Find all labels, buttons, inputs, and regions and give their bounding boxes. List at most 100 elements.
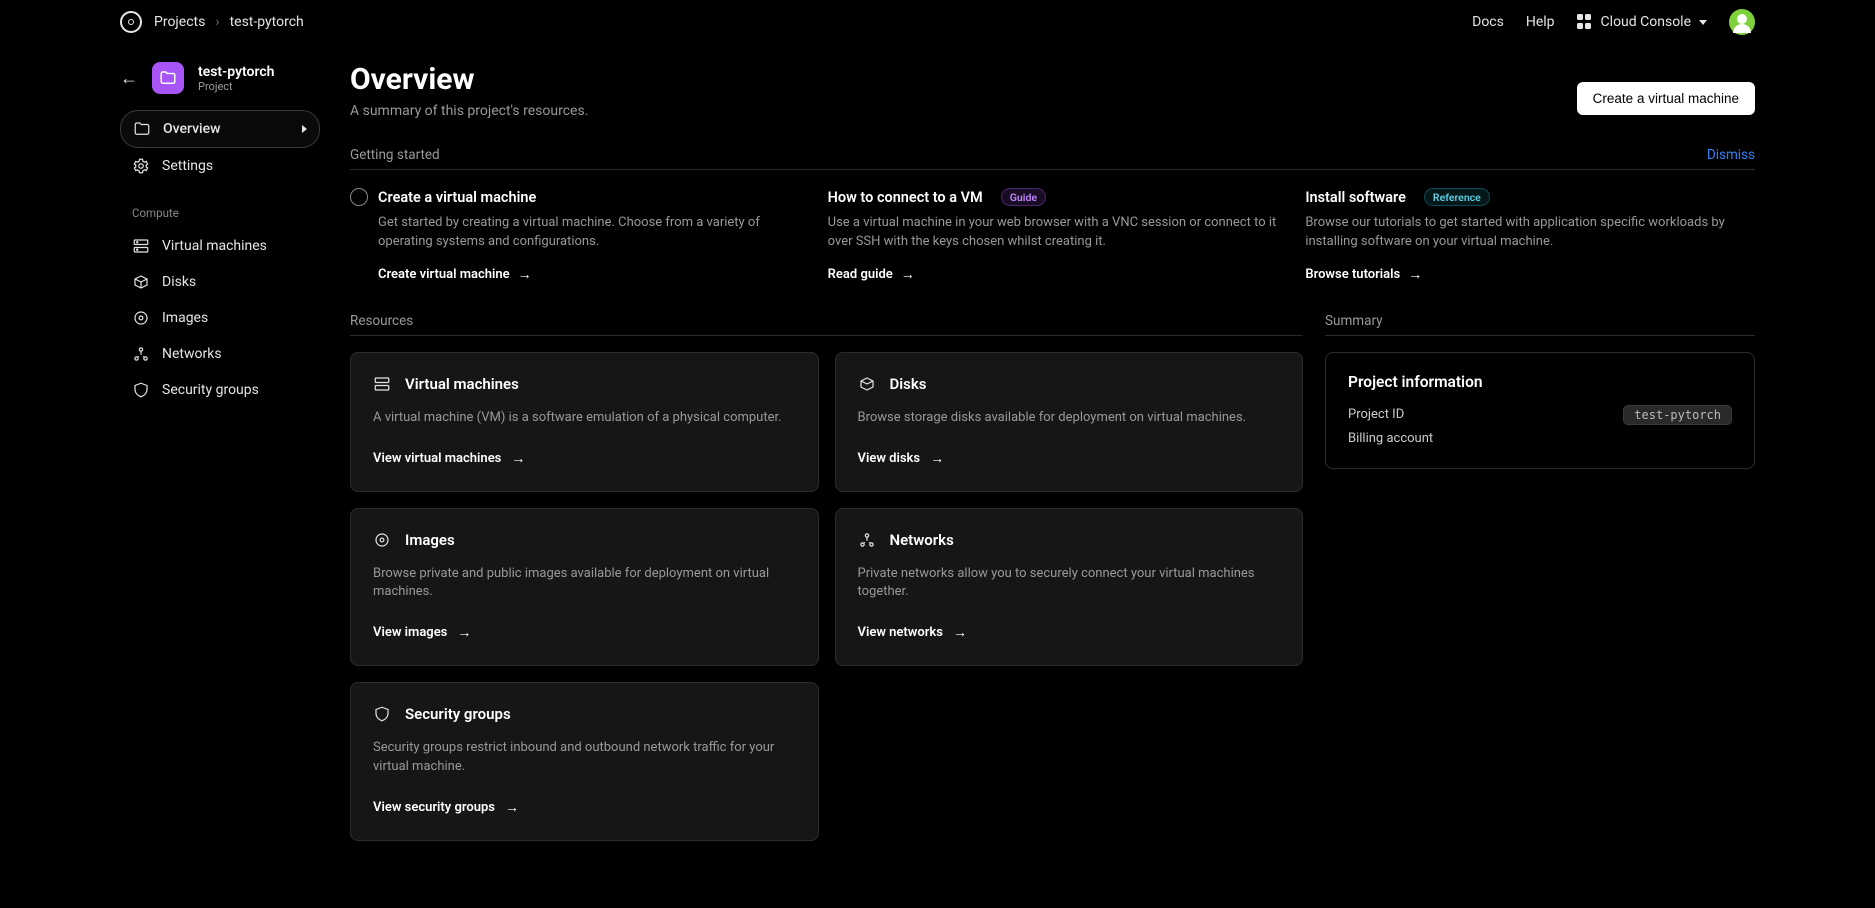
resources-label: Resources xyxy=(350,313,1303,336)
sidebar-item-disks[interactable]: Disks xyxy=(120,264,320,300)
project-name: test-pytorch xyxy=(198,64,275,80)
gs-link-text: Read guide xyxy=(828,267,893,282)
gs-link-text: Browse tutorials xyxy=(1305,267,1400,282)
card-networks[interactable]: Networks Private networks allow you to s… xyxy=(835,508,1304,667)
summary-card: Project information Project ID test-pyto… xyxy=(1325,352,1755,469)
summary-card-title: Project information xyxy=(1348,373,1732,391)
page-subtitle: A summary of this project's resources. xyxy=(350,103,588,119)
sidebar-item-networks[interactable]: Networks xyxy=(120,336,320,372)
sidebar-item-vms[interactable]: Virtual machines xyxy=(120,228,320,264)
cloud-console-menu[interactable]: Cloud Console xyxy=(1577,14,1707,30)
arrow-right-icon: → xyxy=(930,450,944,467)
page-title: Overview xyxy=(350,62,588,97)
card-vms[interactable]: Virtual machines A virtual machine (VM) … xyxy=(350,352,819,492)
billing-row: Billing account xyxy=(1348,431,1732,446)
avatar[interactable] xyxy=(1729,9,1755,35)
gs-title-text: Install software xyxy=(1305,189,1406,206)
sidebar-item-security[interactable]: Security groups xyxy=(120,372,320,408)
topbar-right: Docs Help Cloud Console xyxy=(1472,9,1755,35)
sidebar-item-label: Disks xyxy=(162,274,196,290)
create-vm-button[interactable]: Create a virtual machine xyxy=(1577,82,1755,115)
card-disks[interactable]: Disks Browse storage disks available for… xyxy=(835,352,1304,492)
server-icon xyxy=(132,237,150,255)
gs-create-vm: Create a virtual machine Get started by … xyxy=(350,188,800,283)
help-link[interactable]: Help xyxy=(1526,14,1555,30)
view-vms-link[interactable]: View virtual machines → xyxy=(373,450,525,467)
sidebar-item-label: Security groups xyxy=(162,382,259,398)
sidebar-section-compute: Compute xyxy=(132,206,320,220)
summary-label: Summary xyxy=(1325,313,1755,336)
gs-read-guide-link[interactable]: Read guide → xyxy=(828,266,915,283)
guide-badge: Guide xyxy=(1001,188,1046,206)
reference-badge: Reference xyxy=(1424,188,1490,206)
sidenav: Overview Settings Compute Virtual machin… xyxy=(120,110,320,408)
project-id-row: Project ID test-pytorch xyxy=(1348,405,1732,425)
card-security[interactable]: Security groups Security groups restrict… xyxy=(350,682,819,841)
docs-link[interactable]: Docs xyxy=(1472,14,1504,30)
card-desc: A virtual machine (VM) is a software emu… xyxy=(373,409,796,428)
sidebar-item-label: Virtual machines xyxy=(162,238,267,254)
project-header: ← test-pytorch Project xyxy=(120,62,320,94)
chevron-right-icon xyxy=(302,125,307,133)
radio-icon[interactable] xyxy=(350,188,368,206)
dismiss-link[interactable]: Dismiss xyxy=(1707,147,1755,163)
card-title-text: Disks xyxy=(890,375,927,393)
card-link-text: View disks xyxy=(858,451,921,466)
arrow-right-icon: → xyxy=(518,266,532,283)
network-icon xyxy=(858,531,876,549)
arrow-right-icon: → xyxy=(511,450,525,467)
sidebar-item-label: Overview xyxy=(163,121,220,137)
sidebar-item-label: Networks xyxy=(162,346,222,362)
sidebar-item-settings[interactable]: Settings xyxy=(120,148,320,184)
gs-title-text: How to connect to a VM xyxy=(828,189,983,206)
project-id-value[interactable]: test-pytorch xyxy=(1623,405,1732,425)
disk-icon xyxy=(132,273,150,291)
gs-install-software: Install software Reference Browse our tu… xyxy=(1305,188,1755,283)
view-disks-link[interactable]: View disks → xyxy=(858,450,945,467)
breadcrumb-separator-icon: › xyxy=(215,14,219,30)
shield-icon xyxy=(132,381,150,399)
page-header: Overview A summary of this project's res… xyxy=(350,62,1755,119)
card-title-text: Security groups xyxy=(405,705,511,723)
sidebar-item-overview[interactable]: Overview xyxy=(120,110,320,148)
card-title-text: Networks xyxy=(890,531,954,549)
sidebar-item-label: Images xyxy=(162,310,208,326)
gs-create-vm-link[interactable]: Create virtual machine → xyxy=(378,266,532,283)
logo-icon[interactable] xyxy=(120,11,142,33)
folder-icon xyxy=(133,120,151,138)
view-security-link[interactable]: View security groups → xyxy=(373,799,519,816)
gs-desc: Get started by creating a virtual machin… xyxy=(378,214,800,252)
back-arrow-icon[interactable]: ← xyxy=(120,68,138,89)
server-icon xyxy=(373,375,391,393)
image-icon xyxy=(132,309,150,327)
topbar-left: Projects › test-pytorch xyxy=(120,11,304,33)
disk-icon xyxy=(858,375,876,393)
getting-started-label: Getting started xyxy=(350,147,440,163)
card-desc: Security groups restrict inbound and out… xyxy=(373,739,796,777)
network-icon xyxy=(132,345,150,363)
gs-title-text: Create a virtual machine xyxy=(378,189,536,206)
arrow-right-icon: → xyxy=(505,799,519,816)
card-title-text: Virtual machines xyxy=(405,375,519,393)
card-desc: Browse private and public images availab… xyxy=(373,565,796,603)
arrow-right-icon: → xyxy=(953,624,967,641)
resources-column: Resources Virtual machines A virtual mac… xyxy=(350,313,1303,841)
card-images[interactable]: Images Browse private and public images … xyxy=(350,508,819,667)
project-meta: test-pytorch Project xyxy=(198,64,275,93)
sidebar-item-images[interactable]: Images xyxy=(120,300,320,336)
gs-browse-tutorials-link[interactable]: Browse tutorials → xyxy=(1305,266,1422,283)
summary-column: Summary Project information Project ID t… xyxy=(1325,313,1755,841)
breadcrumb-project-name[interactable]: test-pytorch xyxy=(230,14,304,30)
getting-started-grid: Create a virtual machine Get started by … xyxy=(350,188,1755,283)
gs-desc: Browse our tutorials to get started with… xyxy=(1305,214,1755,252)
topbar: Projects › test-pytorch Docs Help Cloud … xyxy=(0,0,1875,44)
card-title-text: Images xyxy=(405,531,455,549)
view-networks-link[interactable]: View networks → xyxy=(858,624,967,641)
gs-connect-vm: How to connect to a VM Guide Use a virtu… xyxy=(828,188,1278,283)
main-layout: ← test-pytorch Project Overview Settings… xyxy=(0,62,1875,841)
card-link-text: View virtual machines xyxy=(373,451,501,466)
card-link-text: View images xyxy=(373,625,447,640)
card-desc: Browse storage disks available for deplo… xyxy=(858,409,1281,428)
breadcrumb-projects[interactable]: Projects xyxy=(154,14,205,30)
view-images-link[interactable]: View images → xyxy=(373,624,471,641)
